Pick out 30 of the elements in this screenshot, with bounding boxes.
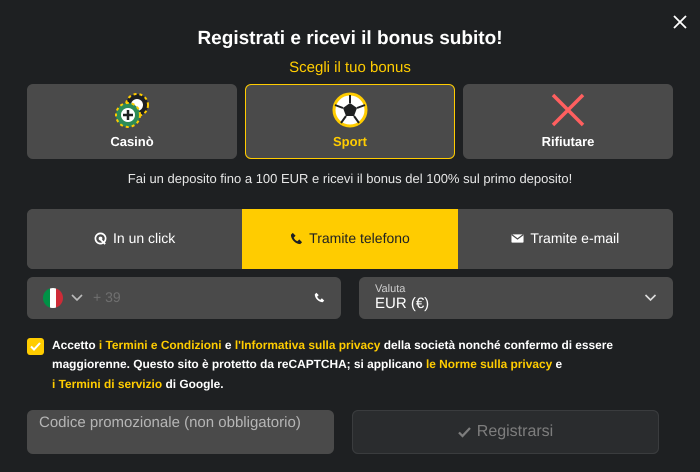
chevron-down-icon [644, 294, 657, 302]
italy-flag-icon [43, 288, 63, 308]
bonus-option[interactable]: Sport [245, 84, 455, 159]
check-icon [30, 342, 41, 350]
consent-text: Accetto i Termini e Condizioni e l'Informativa sulla privacy della società nonché confermo di essere maggiorenne. Questo sito è protetto da reCAPTCHA; si applicano le Norme sulla privacy e i Termini di servizio di Google. [52, 336, 614, 392]
close-icon [673, 15, 687, 29]
soccer-ball-icon [332, 92, 368, 128]
bonus-description: Fai un deposito fino a 100 EUR e ricevi il bonus del 100% sul primo deposito! [126, 170, 574, 188]
bonus-option[interactable]: Rifiutare [463, 84, 673, 159]
method-tab[interactable]: Tramite telefono [242, 208, 458, 268]
bonus-option[interactable]: Casinò [27, 84, 237, 159]
click-icon [94, 232, 108, 245]
chevron-down-icon [71, 294, 83, 302]
currency-select[interactable]: Valuta EUR (€) [359, 276, 673, 318]
phone-icon [314, 292, 325, 303]
link[interactable]: le Norme sulla privacy [426, 357, 552, 371]
check-icon [458, 426, 471, 438]
link[interactable]: i Termini di servizio [52, 376, 162, 390]
cross-icon [550, 92, 586, 128]
link[interactable]: l'Informativa sulla privacy [234, 338, 380, 352]
currency-value: EUR (€) [375, 294, 430, 312]
consent-checkbox[interactable] [27, 338, 44, 354]
chips-icon [114, 92, 150, 128]
envelope-icon [511, 232, 524, 245]
dialog-title: Registrati e ricevi il bonus subito! [196, 27, 504, 51]
promo-code-field[interactable]: Codice promozionale (non obbligatorio) [27, 410, 334, 454]
link[interactable]: i Termini e Condizioni [98, 338, 222, 352]
subtitle: Scegli il tuo bonus [288, 58, 412, 78]
currency-label: Valuta [375, 282, 406, 294]
phone-icon [290, 232, 304, 245]
